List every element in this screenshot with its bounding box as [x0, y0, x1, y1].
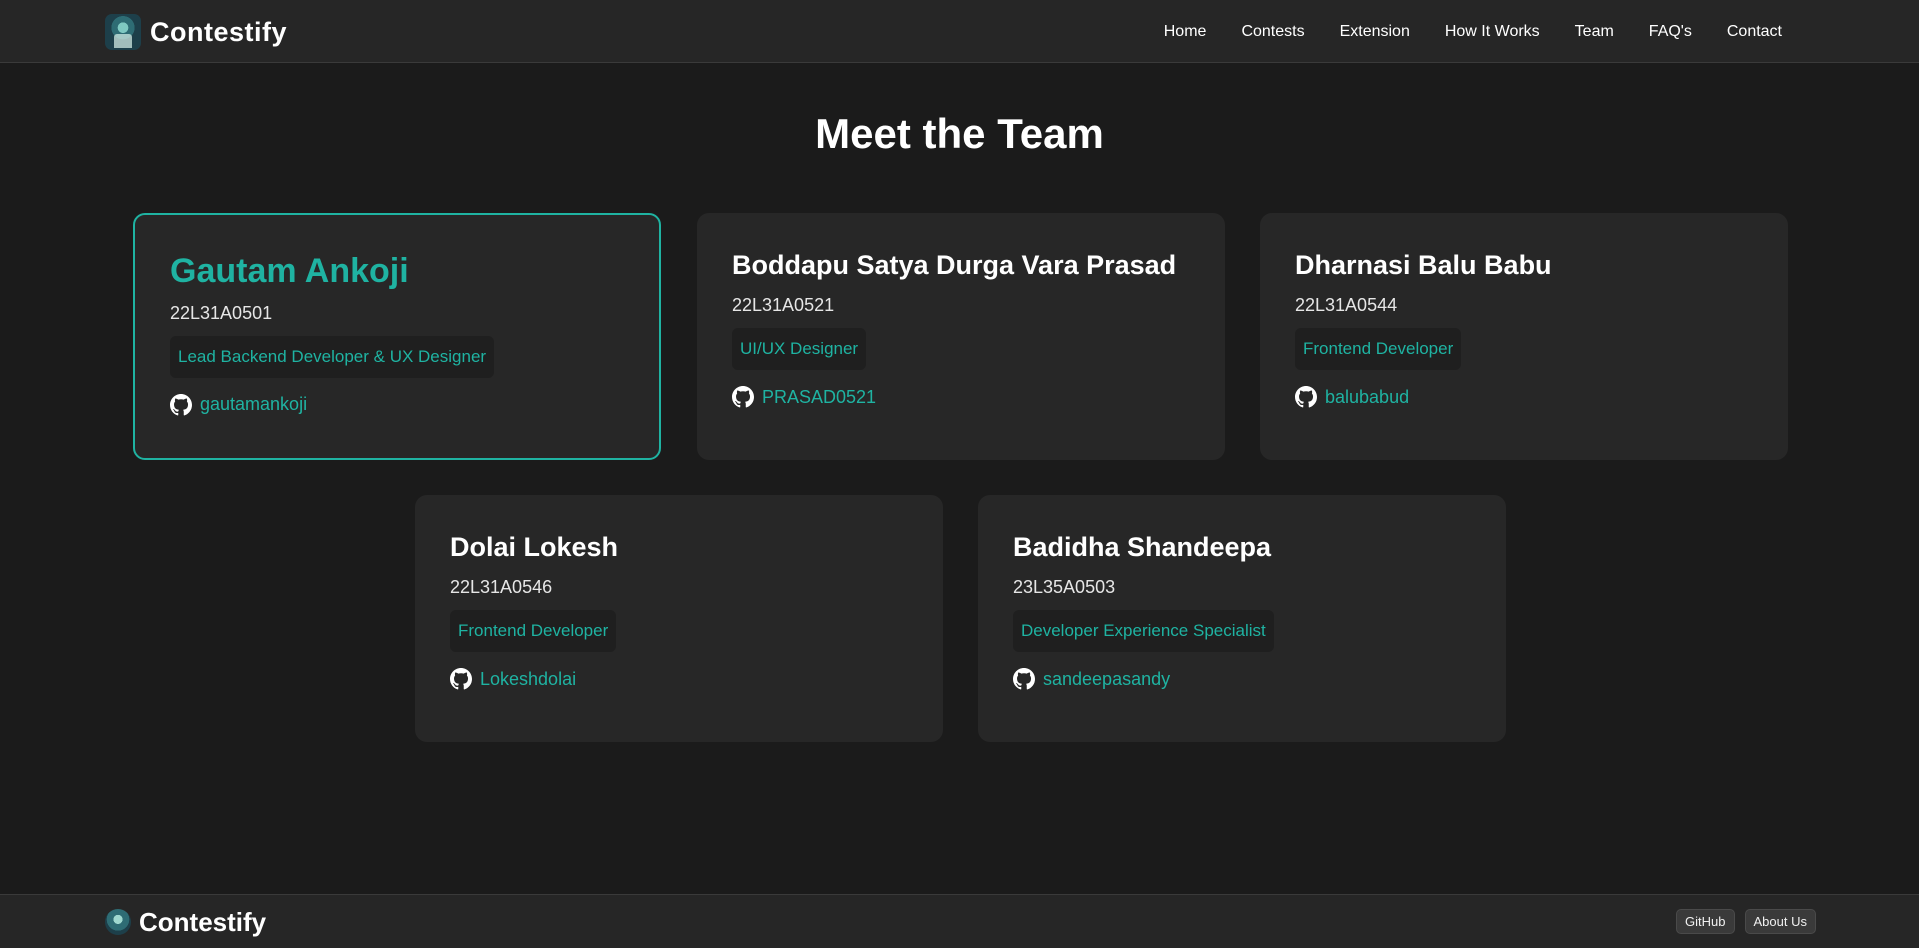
nav-extension[interactable]: Extension [1340, 23, 1410, 41]
github-row: PRASAD0521 [732, 386, 1190, 408]
footer: Contestify GitHub About Us [0, 894, 1919, 948]
github-link[interactable]: Lokeshdolai [480, 669, 576, 690]
team-card: Dolai Lokesh 22L31A0546 Frontend Develop… [415, 495, 943, 742]
member-id: 22L31A0521 [732, 295, 835, 316]
footer-links: GitHub About Us [1676, 909, 1816, 934]
team-card: Badidha Shandeepa 23L35A0503 Developer E… [978, 495, 1506, 742]
github-row: gautamankoji [170, 393, 624, 416]
logo-icon [105, 14, 141, 50]
role-badge: Frontend Developer [450, 610, 617, 653]
footer-brand-name: Contestify [139, 906, 267, 937]
github-icon [170, 393, 192, 416]
github-icon [450, 668, 472, 690]
role-badge: Developer Experience Specialist [1013, 610, 1274, 653]
github-icon [732, 386, 754, 408]
github-icon [1295, 386, 1317, 408]
nav-faqs[interactable]: FAQ's [1649, 23, 1692, 41]
logo-icon [105, 909, 131, 935]
nav-how-it-works[interactable]: How It Works [1445, 23, 1540, 41]
nav-contact[interactable]: Contact [1727, 23, 1782, 41]
role-badge: Frontend Developer [1295, 328, 1462, 371]
nav-team[interactable]: Team [1575, 23, 1614, 41]
member-id: 23L35A0503 [1013, 577, 1116, 598]
nav-links: Home Contests Extension How It Works Tea… [1164, 0, 1782, 63]
brand[interactable]: Contestify [105, 14, 287, 50]
nav-home[interactable]: Home [1164, 23, 1207, 41]
nav-contests[interactable]: Contests [1241, 23, 1304, 41]
member-name: Badidha Shandeepa [1013, 532, 1272, 562]
page-title: Meet the Team [815, 110, 1104, 157]
member-id: 22L31A0546 [450, 577, 553, 598]
github-link[interactable]: sandeepasandy [1043, 669, 1170, 690]
github-icon [1013, 668, 1035, 690]
member-name: Dharnasi Balu Babu [1295, 250, 1552, 280]
team-card: Gautam Ankoji 22L31A0501 Lead Backend De… [133, 213, 661, 460]
member-id: 22L31A0544 [1295, 295, 1398, 316]
github-row: sandeepasandy [1013, 668, 1471, 690]
member-name: Dolai Lokesh [450, 532, 619, 562]
about-us-button[interactable]: About Us [1744, 909, 1816, 934]
role-badge: Lead Backend Developer & UX Designer [170, 335, 495, 378]
team-card: Dharnasi Balu Babu 22L31A0544 Frontend D… [1260, 213, 1788, 460]
top-navbar: Contestify Home Contests Extension How I… [0, 0, 1919, 63]
github-row: balubabud [1295, 386, 1753, 408]
github-button[interactable]: GitHub [1676, 909, 1735, 934]
github-row: Lokeshdolai [450, 668, 908, 690]
role-badge: UI/UX Designer [732, 328, 867, 371]
team-card: Boddapu Satya Durga Vara Prasad 22L31A05… [697, 213, 1225, 460]
brand-name: Contestify [150, 16, 288, 47]
github-link[interactable]: balubabud [1325, 387, 1409, 408]
github-link[interactable]: gautamankoji [200, 394, 307, 415]
footer-brand[interactable]: Contestify [105, 906, 266, 938]
member-name: Gautam Ankoji [170, 252, 409, 290]
member-id: 22L31A0501 [170, 302, 273, 323]
github-link[interactable]: PRASAD0521 [762, 387, 876, 408]
member-name: Boddapu Satya Durga Vara Prasad [732, 250, 1177, 280]
